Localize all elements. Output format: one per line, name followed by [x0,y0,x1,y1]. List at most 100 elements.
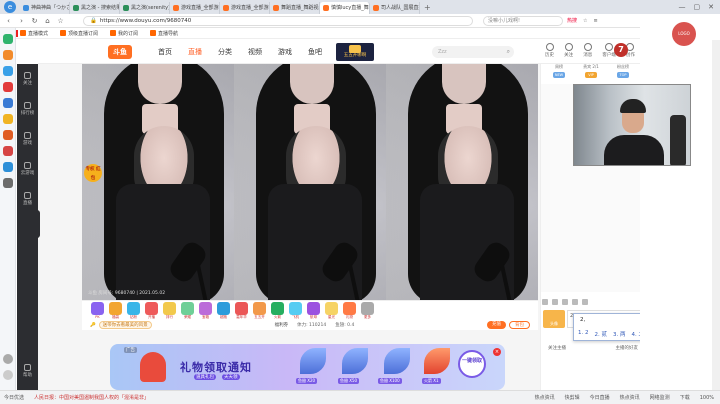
gift-item[interactable]: 火箭 [270,302,285,320]
gift-item[interactable]: 航母 [306,302,321,320]
gift-item[interactable]: 飞机 [288,302,303,320]
browser-tab[interactable]: 舞蹈直播_舞蹈视频_斗鱼… [270,2,320,14]
history-button[interactable]: 历史 [545,43,554,58]
gift-item[interactable]: 嘉年华 [234,302,249,320]
sidebar-app-icon[interactable] [3,98,13,108]
follow-button[interactable]: 关注 [564,43,573,58]
site-logo[interactable]: 斗鱼 [108,44,132,59]
message-button[interactable]: 消息 [583,43,592,58]
nav-home[interactable]: 首页 [158,47,172,57]
gift-item[interactable]: 宝箱 [198,302,213,320]
rail-collapse-handle[interactable] [34,210,40,238]
status-item[interactable]: 下载 [680,394,690,401]
rank-tab[interactable]: 粉丝榜 [607,64,639,70]
sidebar-app-icon[interactable] [3,162,13,172]
rail-item-follow[interactable]: 关注 [17,72,38,86]
status-item[interactable]: 热点资讯 [535,394,555,401]
status-item[interactable]: 今日直播 [590,394,610,401]
sidebar-app-icon[interactable] [3,130,13,140]
backpack-button[interactable]: 背包 [509,321,530,329]
promo-ad-banner[interactable]: 广告 礼物领取通知 道具礼包 天天领 鱼翅 X20 鱼翅 X50 鱼翅 X100… [110,344,505,390]
sidebar-app-icon[interactable] [3,50,13,60]
settings-icon[interactable] [3,370,13,380]
status-item[interactable]: 热点资讯 [620,394,640,401]
bag-icon[interactable] [562,299,568,305]
gift-item[interactable]: 开播 [144,302,159,320]
video-player[interactable] [82,64,538,300]
news-ticker[interactable]: 人民日报：中国对美国遏制我国人权的「混淆是非」 [34,394,149,401]
gift-item[interactable]: 星光 [324,302,339,320]
close-ad-icon[interactable]: × [493,348,501,356]
gift-icon[interactable] [552,299,558,305]
gift-item[interactable]: PK [90,302,105,320]
bookmark-item[interactable]: 顶级直播订阅 [60,30,98,37]
home-icon[interactable]: ⌂ [43,16,52,25]
nav-live[interactable]: 直播 [188,47,202,57]
status-item[interactable]: 网络监测 [650,394,670,401]
back-icon[interactable]: ‹ [4,16,13,25]
nav-fishbar[interactable]: 鱼吧 [308,47,322,57]
new-tab-button[interactable]: + [424,3,431,12]
nav-video[interactable]: 视频 [248,47,262,57]
star-icon[interactable]: ☆ [56,16,65,25]
browser-tab[interactable]: 慎慎lucy直播_舞蹈直播 [320,2,370,14]
site-search-input[interactable]: Zzz ⌕ [432,45,514,58]
gift-item[interactable]: 荣耀 [180,302,195,320]
rail-item-live[interactable]: 直播 [17,192,38,206]
browser-tab[interactable]: 黑之演 - 搜索结果 - 来站… [70,2,120,14]
sidebar-app-icon[interactable] [3,34,13,44]
coupon-label[interactable]: 福利券 [275,322,289,328]
forward-icon[interactable]: › [17,16,26,25]
rail-item-games[interactable]: 游戏 [17,132,38,146]
add-icon[interactable] [3,354,13,364]
menu-icon[interactable]: ≡ [594,18,598,24]
minimize-icon[interactable]: — [679,3,686,11]
search-icon[interactable]: ⌕ [507,46,510,58]
ime-candidate[interactable]: 3. 两 [613,330,626,338]
red-packet-badge[interactable]: 专权 红包 [84,164,102,182]
status-item[interactable]: 快剪辑 [565,394,580,401]
url-field[interactable]: 🔒 https://www.douyu.com/9680740 [83,15,473,26]
anchor-friends-label[interactable]: 主播的好友 [616,345,639,351]
browser-tab[interactable]: 游戏直播_全部游戏直播 [220,2,270,14]
sidebar-app-icon[interactable] [3,178,13,188]
gift-item[interactable]: 礼物 [342,302,357,320]
rank-tab[interactable]: 贵宾 2/1 [575,64,607,70]
user-avatar[interactable]: 7 [614,43,628,57]
bookmark-item[interactable]: 直播导航 [150,30,178,37]
browser-tab[interactable]: 神曲神曲「つかさ・ [20,2,70,14]
recharge-button[interactable]: 充值 [487,321,506,329]
emoji-icon[interactable] [542,299,548,305]
nav-category[interactable]: 分类 [218,47,232,57]
browser-tab[interactable]: 司人战队_国展直播 [370,2,420,14]
gift-item[interactable]: 福袋 [108,302,123,320]
rank-tab[interactable]: 周榜 [543,64,575,70]
claim-button[interactable]: 一键领取 [458,350,486,378]
maximize-icon[interactable]: ▢ [694,3,701,11]
browser-logo-icon[interactable]: e [4,1,16,13]
zoom-level[interactable]: 100% [700,395,714,401]
refresh-icon[interactable]: ↻ [30,16,39,25]
browser-search-input[interactable]: 没嘛小儿戏啊! [483,15,563,26]
close-icon[interactable]: ✕ [708,3,714,11]
favorite-icon[interactable]: ☆ [583,18,587,24]
sidebar-app-icon[interactable] [3,66,13,76]
rail-item-help[interactable]: 帮助 [17,364,38,378]
sidebar-app-icon[interactable] [3,82,13,92]
rail-item-rank[interactable]: 排行榜 [17,102,38,116]
gift-item[interactable]: 超跑 [216,302,231,320]
ime-candidate[interactable]: 2. 贰 [595,330,608,338]
page-scrollbar[interactable] [712,40,720,390]
sidebar-app-icon[interactable] [3,114,13,124]
hot-search-label[interactable]: 热搜 [567,17,577,24]
gift-item[interactable]: 钻粉 [126,302,141,320]
gift-item[interactable]: 排行 [162,302,177,320]
sidebar-app-icon[interactable] [3,146,13,156]
browser-tab[interactable]: 黑之演(serenity)的个人空… [120,2,170,14]
color-icon[interactable] [572,299,578,305]
nav-games[interactable]: 游戏 [278,47,292,57]
gift-item[interactable]: 五五开 [252,302,267,320]
bookmark-item[interactable]: 我的订阅 [110,30,138,37]
bookmark-item[interactable]: 直播模式 [20,30,48,37]
follow-anchor-label[interactable]: 关注主播 [548,345,566,351]
